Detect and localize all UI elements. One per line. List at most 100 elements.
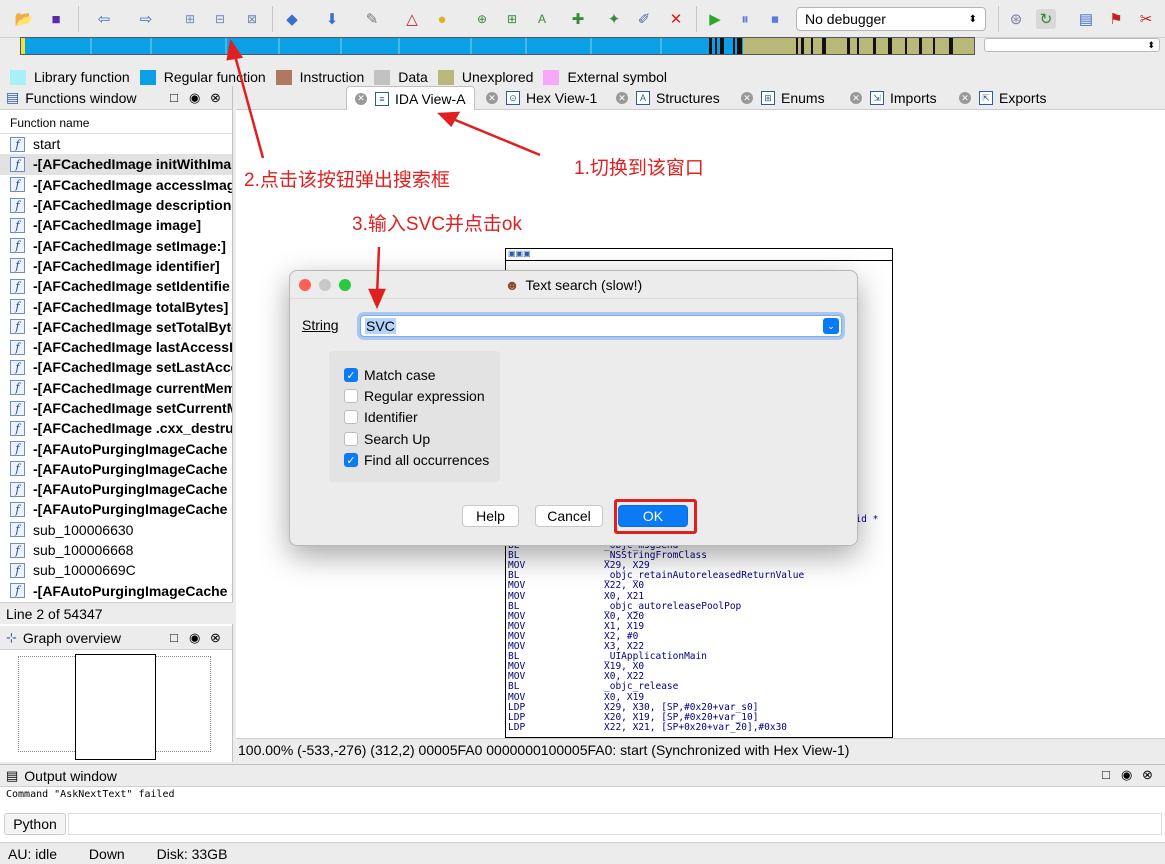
close-tab-icon[interactable]: ✕ bbox=[355, 92, 367, 105]
maximize-icon[interactable]: □ bbox=[1102, 767, 1110, 782]
function-list-item[interactable]: f -[AFCachedImage setCurrentM bbox=[0, 398, 232, 418]
function-list-item[interactable]: f -[AFCachedImage lastAccessD bbox=[0, 337, 232, 357]
function-list-item[interactable]: f -[AFCachedImage setLastAcce bbox=[0, 357, 232, 377]
pause-icon[interactable]: ⏸ bbox=[735, 9, 755, 29]
code-icon[interactable]: ⊞ bbox=[180, 9, 200, 29]
function-list-item[interactable]: f -[AFCachedImage setTotalByte bbox=[0, 317, 232, 337]
au-status: AU: idle bbox=[8, 846, 58, 862]
legend-item: External symbol bbox=[543, 69, 667, 85]
maximize-icon[interactable]: □ bbox=[170, 90, 178, 105]
function-list-item[interactable]: f -[AFAutoPurgingImageCache r bbox=[0, 499, 232, 519]
close-window-button[interactable] bbox=[299, 279, 311, 291]
function-list[interactable]: f start f -[AFCachedImage initWithIma f -[AFC… bbox=[0, 134, 232, 601]
function-list-item[interactable]: f start bbox=[0, 134, 232, 154]
function-list-item[interactable]: f -[AFCachedImage image] bbox=[0, 215, 232, 235]
string-input[interactable]: SVC ⌄ bbox=[360, 315, 842, 337]
command-input[interactable] bbox=[68, 813, 1162, 835]
breakpoint-icon[interactable]: ✦ bbox=[604, 9, 624, 29]
function-list-item[interactable]: f -[AFCachedImage accessImag bbox=[0, 175, 232, 195]
report-icon[interactable]: ▤ bbox=[1076, 9, 1096, 29]
float-icon[interactable]: ◉ bbox=[189, 630, 200, 646]
string-icon[interactable]: A bbox=[532, 9, 552, 29]
struct-icon[interactable]: ⊞ bbox=[502, 9, 522, 29]
save-icon[interactable]: ■ bbox=[46, 9, 66, 29]
tab-hex-view-1[interactable]: ✕ ⊙ Hex View-1 bbox=[486, 88, 597, 108]
regular-expression-checkbox[interactable]: Regular expression bbox=[344, 388, 485, 404]
python-button[interactable]: Python bbox=[4, 813, 66, 835]
patch-icon[interactable]: ✐ bbox=[634, 9, 654, 29]
navigation-combo[interactable]: ⬍ bbox=[984, 38, 1160, 52]
create-function-icon[interactable]: ⊕ bbox=[472, 9, 492, 29]
search-text-icon[interactable]: ⊠ bbox=[242, 9, 262, 29]
data-icon[interactable]: ⊟ bbox=[210, 9, 230, 29]
code-line[interactable]: LDP X22, X21, [SP+0x20+var_20],#0x30 bbox=[508, 722, 787, 733]
edit-icon[interactable]: ✎ bbox=[362, 9, 382, 29]
function-list-item[interactable]: f -[AFCachedImage setImage:] bbox=[0, 235, 232, 255]
graph-icon[interactable]: ⚑ bbox=[1106, 9, 1126, 29]
back-icon[interactable]: ⇦ bbox=[94, 9, 114, 29]
close-icon[interactable]: ⊗ bbox=[210, 90, 221, 106]
function-list-item[interactable]: f -[AFCachedImage initWithIma bbox=[0, 154, 232, 175]
jump-icon[interactable]: ◆ bbox=[282, 9, 302, 29]
delete-icon[interactable]: ✕ bbox=[666, 9, 686, 29]
warning-icon[interactable]: △ bbox=[402, 9, 422, 29]
function-list-item[interactable]: f -[AFAutoPurgingImageCache a bbox=[0, 581, 232, 601]
attach-icon[interactable]: ⊛ bbox=[1006, 9, 1026, 29]
function-list-item[interactable]: f -[AFCachedImage totalBytes] bbox=[0, 296, 232, 316]
function-list-item[interactable]: f sub_10000669C bbox=[0, 560, 232, 580]
function-list-item[interactable]: f -[AFCachedImage currentMem bbox=[0, 378, 232, 398]
search-up-checkbox[interactable]: Search Up bbox=[344, 431, 430, 447]
help-button[interactable]: Help bbox=[462, 505, 519, 527]
play-icon[interactable]: ▶ bbox=[705, 9, 725, 29]
close-tab-icon[interactable]: ✕ bbox=[616, 92, 628, 104]
maximize-icon[interactable]: □ bbox=[170, 630, 178, 645]
tab-imports[interactable]: ✕ ⇲ Imports bbox=[850, 88, 937, 108]
close-tab-icon[interactable]: ✕ bbox=[850, 92, 862, 104]
graph-overview-viewport[interactable] bbox=[75, 654, 156, 760]
tool-icon[interactable]: ✂ bbox=[1136, 9, 1156, 29]
function-name: -[AFCachedImage lastAccessD bbox=[33, 339, 232, 356]
chevron-down-icon[interactable]: ⌄ bbox=[823, 318, 839, 334]
graph-icon: ⊹ bbox=[6, 629, 17, 645]
close-tab-icon[interactable]: ✕ bbox=[486, 92, 498, 104]
forward-icon[interactable]: ⇨ bbox=[136, 9, 156, 29]
function-icon: f bbox=[10, 441, 25, 457]
function-list-item[interactable]: f -[AFCachedImage identifier] bbox=[0, 256, 232, 276]
find-icon[interactable]: ● bbox=[432, 9, 452, 29]
tab-exports[interactable]: ✕ ⇱ Exports bbox=[959, 88, 1046, 108]
close-icon[interactable]: ⊗ bbox=[1142, 767, 1153, 783]
function-list-item[interactable]: f -[AFAutoPurgingImageCache i bbox=[0, 438, 232, 458]
function-icon: f bbox=[10, 197, 25, 213]
tab-structures[interactable]: ✕ A Structures bbox=[616, 88, 720, 108]
function-list-item[interactable]: f -[AFCachedImage .cxx_destru bbox=[0, 418, 232, 438]
function-name-column-header[interactable]: Function name bbox=[0, 110, 232, 134]
tab-enums[interactable]: ✕ ⊞ Enums bbox=[741, 88, 825, 108]
close-icon[interactable]: ⊗ bbox=[210, 630, 221, 646]
function-list-item[interactable]: f -[AFAutoPurgingImageCache i bbox=[0, 459, 232, 479]
float-icon[interactable]: ◉ bbox=[1121, 767, 1132, 783]
function-list-item[interactable]: f sub_100006668 bbox=[0, 540, 232, 560]
add-icon[interactable]: ✚ bbox=[568, 9, 588, 29]
function-list-item[interactable]: f -[AFAutoPurgingImageCache c bbox=[0, 479, 232, 499]
identifier-checkbox[interactable]: Identifier bbox=[344, 409, 418, 425]
navigation-band[interactable] bbox=[20, 37, 975, 55]
function-list-item[interactable]: f -[AFCachedImage setIdentifie bbox=[0, 276, 232, 296]
function-list-item[interactable]: f -[AFCachedImage description bbox=[0, 195, 232, 215]
cancel-button[interactable]: Cancel bbox=[535, 505, 603, 527]
match-case-checkbox[interactable]: ✓ Match case bbox=[344, 367, 436, 383]
find-all-occurrences-checkbox[interactable]: ✓ Find all occurrences bbox=[344, 452, 489, 468]
refresh-icon[interactable]: ↻ bbox=[1036, 9, 1056, 29]
open-icon[interactable]: 📂 bbox=[14, 9, 34, 29]
close-tab-icon[interactable]: ✕ bbox=[741, 92, 753, 104]
tab-ida-view-a[interactable]: ✕ ≡ IDA View-A bbox=[346, 86, 475, 110]
structures-icon: A bbox=[636, 91, 650, 105]
down-arrow-icon[interactable]: ⬇ bbox=[322, 9, 342, 29]
debugger-select[interactable]: No debugger ⬍ bbox=[796, 7, 986, 31]
minimize-window-button[interactable] bbox=[319, 279, 331, 291]
zoom-window-button[interactable] bbox=[339, 279, 351, 291]
float-icon[interactable]: ◉ bbox=[189, 90, 200, 106]
stop-icon[interactable]: ⏹ bbox=[765, 9, 785, 29]
enums-icon: ⊞ bbox=[761, 91, 775, 105]
close-tab-icon[interactable]: ✕ bbox=[959, 92, 971, 104]
function-list-item[interactable]: f sub_100006630 bbox=[0, 520, 232, 540]
